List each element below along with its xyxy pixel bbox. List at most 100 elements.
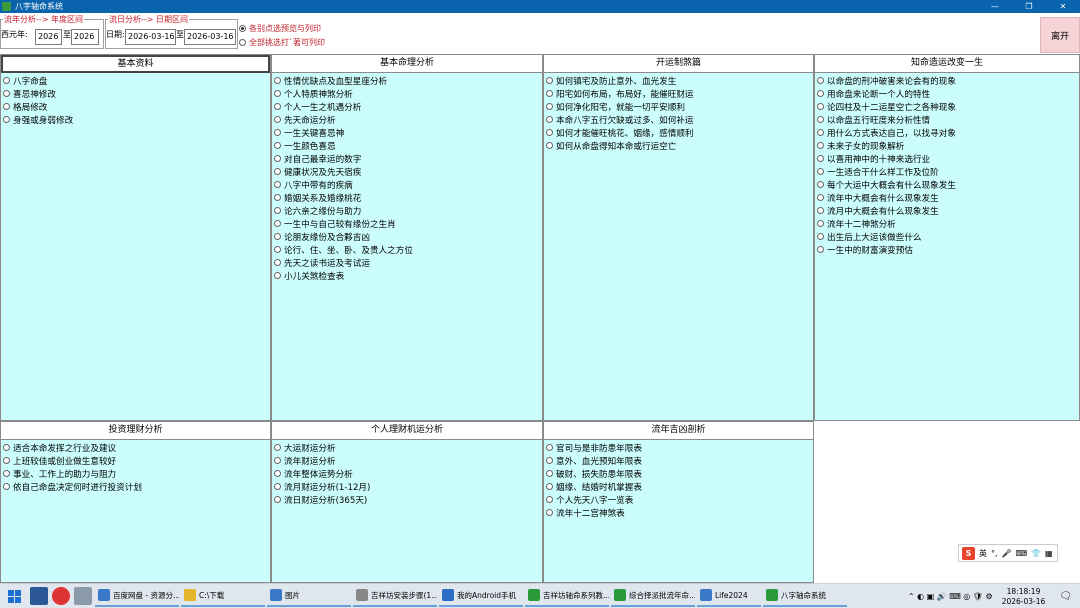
list-item[interactable]: 个人一生之机遇分析 — [273, 100, 542, 113]
ime-toolbar[interactable]: S 英 °, 🎤 ⌨ 👕 ▦ — [958, 544, 1058, 562]
taskbar-task[interactable]: 八字轴命系统 — [763, 585, 847, 607]
list-item-label: 姻缘、结婚时机掌握表 — [556, 482, 642, 493]
list-item[interactable]: 先天命运分析 — [273, 113, 542, 126]
list-item[interactable]: 事业、工作上的助力与阻力 — [2, 467, 270, 480]
panel-tab[interactable]: 流年吉凶剖析 — [544, 422, 813, 440]
list-item[interactable]: 意外、血光预知年限表 — [545, 454, 813, 467]
year-to-input[interactable]: 2026 — [71, 29, 99, 45]
taskbar-task[interactable]: Life2024 — [697, 585, 761, 607]
taskbar-task[interactable]: 百度网盘 - 资源分... — [95, 585, 179, 607]
list-item[interactable]: 未来子女的现象解析 — [816, 139, 1079, 152]
list-item[interactable]: 破财、损失防患年限表 — [545, 467, 813, 480]
list-item[interactable]: 一生适合干什么样工作及位阶 — [816, 165, 1079, 178]
panel-tab[interactable]: 个人理财机运分析 — [272, 422, 542, 440]
list-item[interactable]: 八字命盘 — [2, 74, 270, 87]
tray-icons[interactable]: ⌃ ◐ ▣ 🔊 ⌨ ◎ 🛡 ⚙ — [905, 592, 996, 601]
radio-unchecked-icon — [274, 155, 281, 162]
list-item[interactable]: 官司与是非防患年限表 — [545, 441, 813, 454]
list-item[interactable]: 适合本命发挥之行业及建议 — [2, 441, 270, 454]
app-icon-grey[interactable] — [74, 587, 92, 605]
list-item[interactable]: 流年中大概会有什么现象发生 — [816, 191, 1079, 204]
date-to-input[interactable]: 2026-03-16 — [184, 29, 236, 45]
task-label: 吉祥坊安装步骤(1... — [371, 590, 437, 600]
list-item[interactable]: 本命八字五行欠缺或过多、如何补运 — [545, 113, 813, 126]
list-item-label: 八字中带有的疾病 — [284, 180, 353, 191]
taskbar-task[interactable]: 吉祥坊轴命系列教... — [525, 585, 609, 607]
list-item[interactable]: 八字中带有的疾病 — [273, 178, 542, 191]
exit-button[interactable]: 离开 — [1040, 17, 1080, 53]
notification-icon[interactable]: 🗨 — [1051, 591, 1080, 602]
taskbar-task[interactable]: 图片 — [267, 585, 351, 607]
list-item[interactable]: 出生后上大运该做些什么 — [816, 230, 1079, 243]
list-item[interactable]: 先天之读书运及考试运 — [273, 256, 542, 269]
list-item[interactable]: 依自己命盘决定何时进行投资计划 — [2, 480, 270, 493]
clock[interactable]: 18:18:19 2026-03-16 — [996, 587, 1052, 607]
list-item[interactable]: 一生颜色喜忌 — [273, 139, 542, 152]
list-item[interactable]: 如何净化阳宅，就能一切平安顺利 — [545, 100, 813, 113]
list-item[interactable]: 论六亲之缘份与助力 — [273, 204, 542, 217]
list-item[interactable]: 性情优缺点及血型星座分析 — [273, 74, 542, 87]
list-item[interactable]: 用什么方式表达自己，以找寻对象 — [816, 126, 1079, 139]
list-item[interactable]: 如何从命盘得知本命或行运空亡 — [545, 139, 813, 152]
list-item[interactable]: 对自己最幸运的数字 — [273, 152, 542, 165]
radio-unchecked-icon — [274, 207, 281, 214]
list-item[interactable]: 一生中的财富演变预估 — [816, 243, 1079, 256]
list-item[interactable]: 论四柱及十二运星空亡之各种现象 — [816, 100, 1079, 113]
radio-unchecked-icon — [274, 444, 281, 451]
list-item[interactable]: 如何镇宅及防止意外、血光发生 — [545, 74, 813, 87]
sogou-icon: S — [962, 546, 975, 560]
list-item[interactable]: 流年十二神煞分析 — [816, 217, 1079, 230]
maximize-button[interactable]: ❐ — [1012, 0, 1046, 13]
list-item[interactable]: 大运财运分析 — [273, 441, 542, 454]
list-item[interactable]: 格局修改 — [2, 100, 270, 113]
date-from-input[interactable]: 2026-03-16 — [125, 29, 176, 45]
list-item[interactable]: 婚姻关系及婚缘桃花 — [273, 191, 542, 204]
taskbar-task[interactable]: C:\下载 — [181, 585, 265, 607]
mic-icon: 🎤 — [1001, 548, 1012, 558]
list-item[interactable]: 一生关键喜忌神 — [273, 126, 542, 139]
close-button[interactable]: ✕ — [1046, 0, 1080, 13]
radio-unchecked-icon — [3, 77, 10, 84]
start-button[interactable] — [0, 584, 28, 608]
list-item-label: 一生适合干什么样工作及位阶 — [827, 167, 939, 178]
list-item[interactable]: 每个大运中大概会有什么现象发生 — [816, 178, 1079, 191]
list-item[interactable]: 流年财运分析 — [273, 454, 542, 467]
list-item[interactable]: 以命盘五行旺度来分析性情 — [816, 113, 1079, 126]
list-item[interactable]: 流日财运分析(365天) — [273, 493, 542, 506]
list-item[interactable]: 喜忌神修改 — [2, 87, 270, 100]
list-item[interactable]: 以命盘的刑冲破害来论会有的现象 — [816, 74, 1079, 87]
taskbar-task[interactable]: 吉祥坊安装步骤(1... — [353, 585, 437, 607]
list-item[interactable]: 流月中大概会有什么现象发生 — [816, 204, 1079, 217]
list-item[interactable]: 论朋友缘份及合夥吉凶 — [273, 230, 542, 243]
panel-tab[interactable]: 开运制煞篇 — [544, 55, 813, 73]
minimize-button[interactable]: — — [978, 0, 1012, 13]
panel-tab[interactable]: 投资理财分析 — [1, 422, 270, 440]
radio-preview[interactable]: 各别点选预览与列印 — [239, 23, 321, 34]
taskbar-task[interactable]: 综合择派批流年命... — [611, 585, 695, 607]
panel-tab[interactable]: 基本资料 — [1, 55, 270, 73]
list-item[interactable]: 小儿关煞检查表 — [273, 269, 542, 282]
taskbar-task[interactable]: 我的Android手机 — [439, 585, 523, 607]
list-item[interactable]: 健康状况及先天宿疾 — [273, 165, 542, 178]
list-item[interactable]: 以喜用神中的十神来选行业 — [816, 152, 1079, 165]
list-item[interactable]: 论行、住、坐、卧、及贵人之方位 — [273, 243, 542, 256]
list-item[interactable]: 姻缘、结婚时机掌握表 — [545, 480, 813, 493]
panel-tab[interactable]: 知命造运改变一生 — [815, 55, 1079, 73]
list-item[interactable]: 个人先天八字一览表 — [545, 493, 813, 506]
list-item[interactable]: 流年整体运势分析 — [273, 467, 542, 480]
list-item[interactable]: 流年十二宫神煞表 — [545, 506, 813, 519]
list-item[interactable]: 如何才能催旺桃花、姻缘，感情顺利 — [545, 126, 813, 139]
list-item[interactable]: 用命盘来论断一个人的特性 — [816, 87, 1079, 100]
list-item[interactable]: 流月财运分析(1-12月) — [273, 480, 542, 493]
list-item[interactable]: 一生中与自己较有缘份之生肖 — [273, 217, 542, 230]
browser-icon[interactable] — [52, 587, 70, 605]
panel-tab[interactable]: 基本命理分析 — [272, 55, 542, 73]
list-item[interactable]: 上班较佳或创业做生意较好 — [2, 454, 270, 467]
list-item[interactable]: 身强或身弱修改 — [2, 113, 270, 126]
year-from-input[interactable]: 2026 — [35, 29, 62, 45]
list-item-label: 性情优缺点及血型星座分析 — [284, 76, 388, 87]
list-item[interactable]: 阳宅如何布局，布局好，能催旺财运 — [545, 87, 813, 100]
word-icon[interactable] — [30, 587, 48, 605]
radio-print-all[interactable]: 全部挑选打`著可列印 — [239, 37, 325, 48]
list-item[interactable]: 个人特质神煞分析 — [273, 87, 542, 100]
